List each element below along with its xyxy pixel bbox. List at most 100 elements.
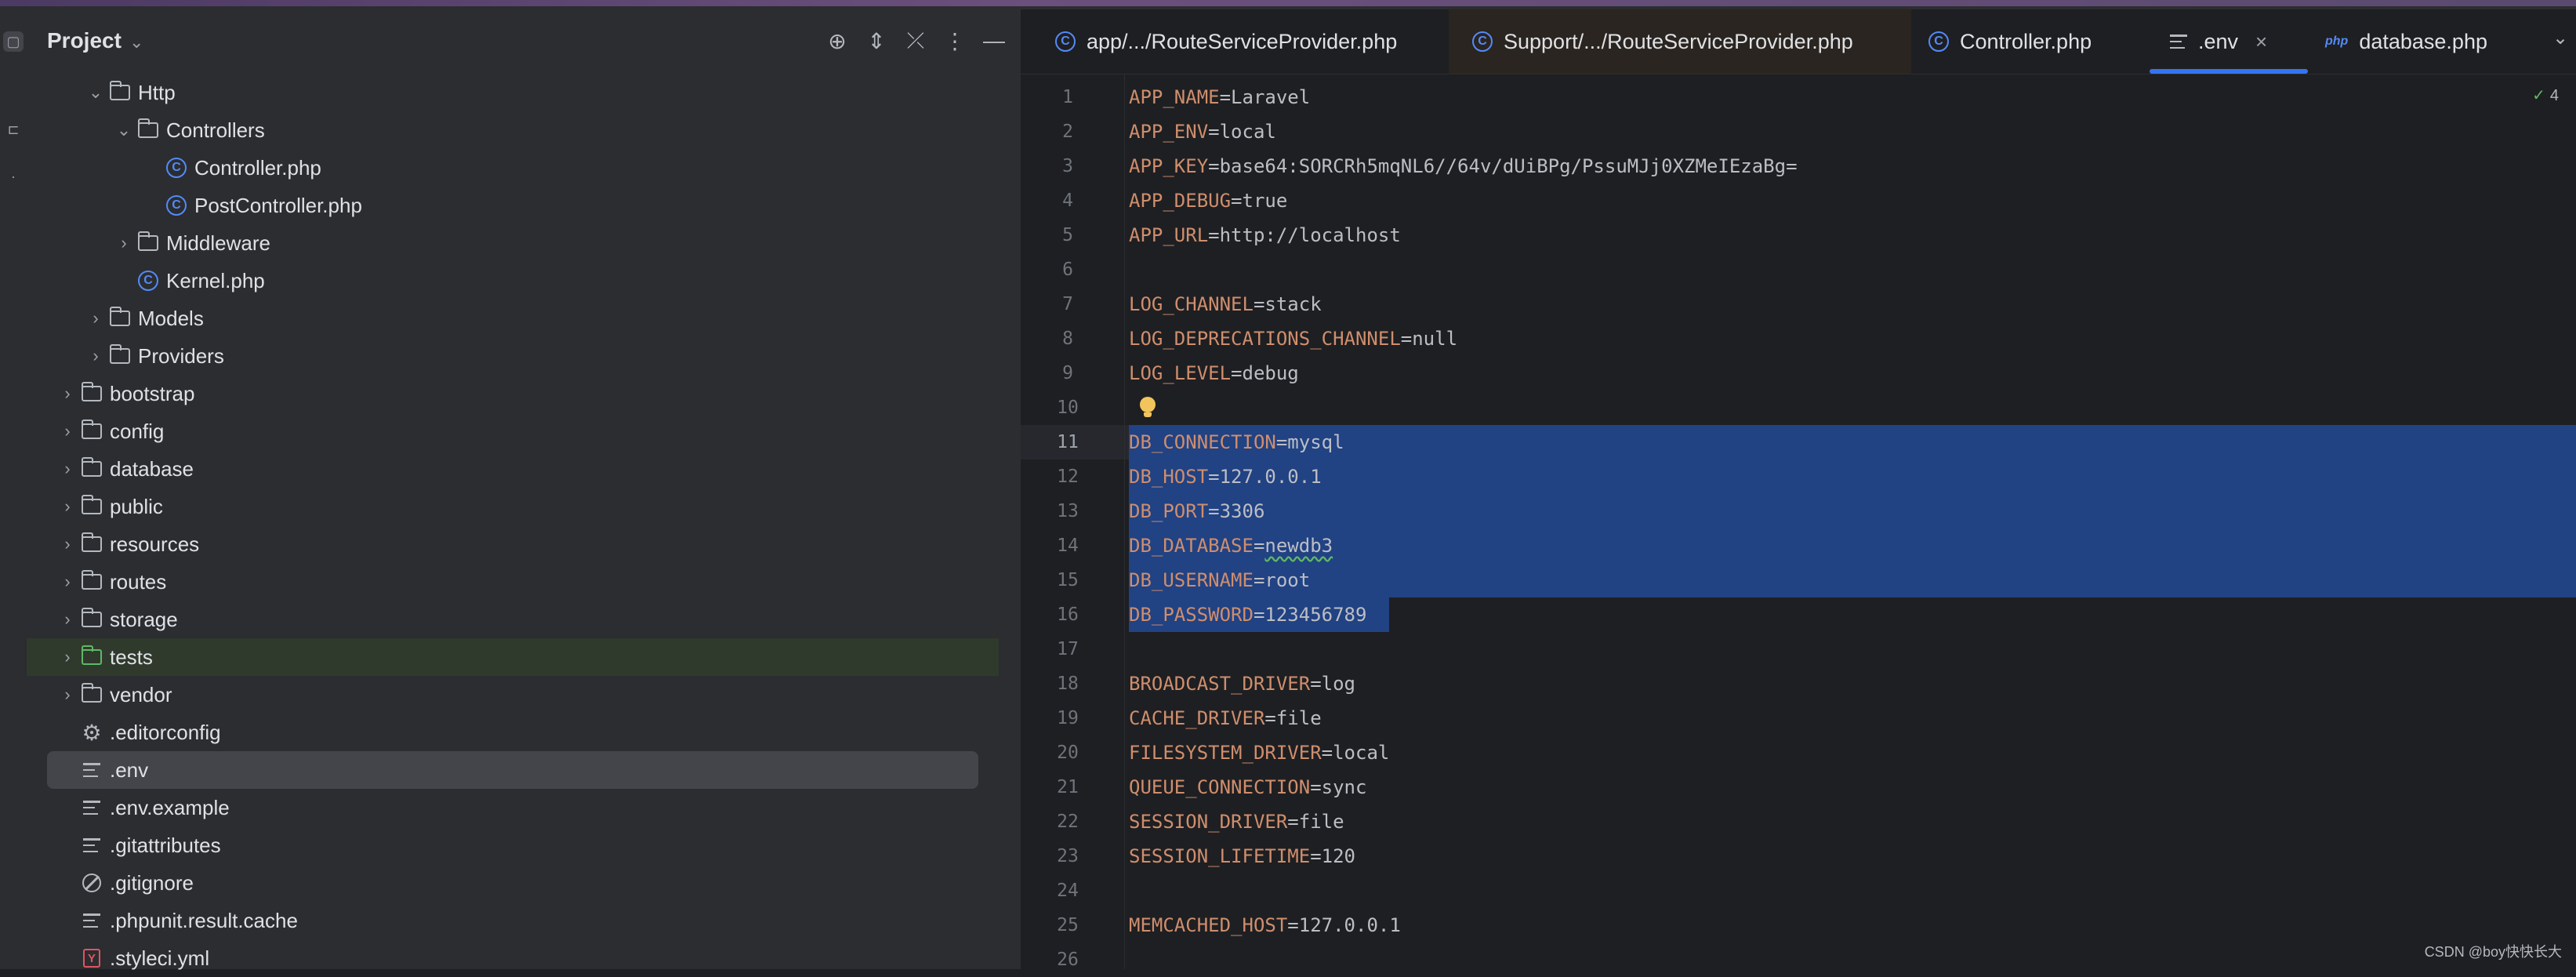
chevron-right-icon[interactable]: › [56, 496, 78, 517]
code-line[interactable]: DB_PASSWORD=123456789 [1129, 597, 1366, 632]
folder-icon [135, 231, 161, 256]
code-line[interactable]: APP_KEY=base64:SORCRh5mqNL6//64v/dUiBPg/… [1129, 149, 1798, 183]
chevron-right-icon[interactable]: › [56, 534, 78, 554]
line-number: 24 [1057, 881, 1079, 901]
code-area[interactable]: APP_NAME=Laravel APP_ENV=local APP_KEY=bas… [1021, 74, 2576, 969]
code-line[interactable]: FILESYSTEM_DRIVER=local [1129, 735, 1389, 770]
collapse-all-icon[interactable]: ⤫ [902, 27, 930, 55]
code-line[interactable]: LOG_DEPRECATIONS_CHANNEL=null [1129, 321, 1457, 356]
locate-file-icon[interactable]: ⊕ [823, 27, 851, 55]
code-line[interactable]: DB_DATABASE=newdb3 [1129, 528, 1333, 563]
tab-support-routeserviceprovider-php[interactable]: C Support/.../RouteServiceProvider.php [1449, 9, 1911, 74]
env-value: file [1298, 811, 1344, 833]
php-class-icon: C [135, 268, 161, 293]
hide-panel-icon[interactable]: — [980, 27, 1008, 55]
code-line[interactable]: DB_CONNECTION=mysql [1129, 425, 1344, 459]
equals-sign: = [1264, 707, 1276, 729]
tree-item-editorconfig[interactable]: ⚙ .editorconfig [27, 714, 999, 751]
folder-icon [78, 569, 105, 594]
env-value: 123456789 [1264, 604, 1367, 626]
tab-env[interactable]: .env × [2150, 9, 2308, 74]
tree-item-label: Middleware [166, 231, 270, 255]
tree-item-styleci-yml[interactable]: Y .styleci.yml [27, 939, 999, 977]
line-number: 21 [1057, 777, 1079, 797]
chevron-right-icon[interactable]: › [113, 233, 135, 253]
more-tools-icon[interactable]: · [3, 166, 24, 187]
tree-item-models[interactable]: › Models [27, 300, 999, 337]
equals-sign: = [1287, 811, 1299, 833]
line-number: 3 [1062, 156, 1073, 176]
code-line[interactable]: LOG_CHANNEL=stack [1129, 287, 1322, 321]
tree-item-controllers[interactable]: ⌄ Controllers [27, 111, 999, 149]
code-line[interactable]: DB_HOST=127.0.0.1 [1129, 459, 1322, 494]
code-line[interactable]: APP_URL=http://localhost [1129, 218, 1401, 252]
code-line[interactable]: DB_PORT=3306 [1129, 494, 1264, 528]
project-tool-icon[interactable]: ▢ [3, 31, 24, 52]
php-file-icon: php [2325, 35, 2349, 48]
options-menu-icon[interactable]: ⋮ [941, 27, 969, 55]
tree-item-tests[interactable]: › tests [27, 638, 999, 676]
chevron-right-icon[interactable]: › [56, 609, 78, 630]
chevron-right-icon[interactable]: › [56, 459, 78, 479]
line-number: 17 [1057, 639, 1079, 659]
project-title-dropdown[interactable]: Project ⌄ [47, 28, 143, 53]
tab-controller-php[interactable]: C Controller.php [1928, 9, 2148, 74]
chevron-down-icon[interactable]: ⌄ [113, 120, 135, 140]
chevron-right-icon[interactable]: › [56, 572, 78, 592]
tree-item-label: config [110, 419, 165, 443]
equals-sign: = [1321, 742, 1333, 764]
equals-sign: = [1208, 500, 1220, 522]
inspection-status[interactable]: ✓ 4 [2532, 85, 2559, 105]
tree-item-database[interactable]: › database [27, 450, 999, 488]
tree-item-storage[interactable]: › storage [27, 601, 999, 638]
tree-item-controller-php[interactable]: C Controller.php [27, 149, 999, 187]
code-line[interactable]: SESSION_LIFETIME=120 [1129, 839, 1355, 873]
code-line[interactable]: QUEUE_CONNECTION=sync [1129, 770, 1366, 804]
close-tab-icon[interactable]: × [2255, 30, 2267, 54]
code-line[interactable]: BROADCAST_DRIVER=log [1129, 666, 1355, 701]
equals-sign: = [1310, 776, 1322, 798]
code-line[interactable]: APP_ENV=local [1129, 114, 1276, 149]
code-line[interactable]: MEMCACHED_HOST=127.0.0.1 [1129, 908, 1401, 942]
lightbulb-icon[interactable] [1140, 397, 1156, 417]
env-value: newdb3 [1264, 535, 1333, 557]
text-file-icon [78, 795, 105, 820]
tree-item-providers[interactable]: › Providers [27, 337, 999, 375]
chevron-down-icon[interactable]: ⌄ [85, 82, 107, 103]
tree-item-phpunit-result-cache[interactable]: .phpunit.result.cache [27, 902, 999, 939]
tree-item-resources[interactable]: › resources [27, 525, 999, 563]
line-number: 20 [1057, 743, 1079, 763]
code-line[interactable]: APP_NAME=Laravel [1129, 80, 1310, 114]
tree-item-kernel-php[interactable]: C Kernel.php [27, 262, 999, 300]
tree-item-vendor[interactable]: › vendor [27, 676, 999, 714]
structure-tool-icon[interactable]: ⊏ [3, 119, 24, 140]
code-line[interactable]: CACHE_DRIVER=file [1129, 701, 1322, 735]
env-value: 120 [1321, 845, 1355, 867]
chevron-right-icon[interactable]: › [56, 383, 78, 404]
code-line[interactable]: LOG_LEVEL=debug [1129, 356, 1299, 390]
equals-sign: = [1253, 604, 1265, 626]
tab-database-php[interactable]: php database.php [2325, 9, 2560, 74]
tree-item-http[interactable]: ⌄ Http [27, 74, 999, 111]
tree-item-gitignore[interactable]: .gitignore [27, 864, 999, 902]
chevron-right-icon[interactable]: › [85, 346, 107, 366]
code-line[interactable]: SESSION_DRIVER=file [1129, 804, 1344, 839]
chevron-right-icon[interactable]: › [56, 685, 78, 705]
code-line[interactable]: DB_USERNAME=root [1129, 563, 1310, 597]
tree-item-middleware[interactable]: › Middleware [27, 224, 999, 262]
tree-item-public[interactable]: › public [27, 488, 999, 525]
tree-item-gitattributes[interactable]: .gitattributes [27, 826, 999, 864]
tree-item-config[interactable]: › config [27, 412, 999, 450]
chevron-right-icon[interactable]: › [85, 308, 107, 329]
expand-all-icon[interactable]: ⇕ [862, 27, 891, 55]
tab-app-routeserviceprovider-php[interactable]: Capp/.../RouteServiceProvider.php [1055, 9, 1447, 74]
tree-item-env-example[interactable]: .env.example [27, 789, 999, 826]
chevron-right-icon[interactable]: › [56, 647, 78, 667]
tree-item-postcontroller-php[interactable]: C PostController.php [27, 187, 999, 224]
tree-item-env[interactable]: .env [47, 751, 978, 789]
chevron-right-icon[interactable]: › [56, 421, 78, 441]
tree-item-routes[interactable]: › routes [27, 563, 999, 601]
code-line[interactable]: APP_DEBUG=true [1129, 183, 1287, 218]
tree-item-bootstrap[interactable]: › bootstrap [27, 375, 999, 412]
env-key: DB_PORT [1129, 500, 1209, 522]
